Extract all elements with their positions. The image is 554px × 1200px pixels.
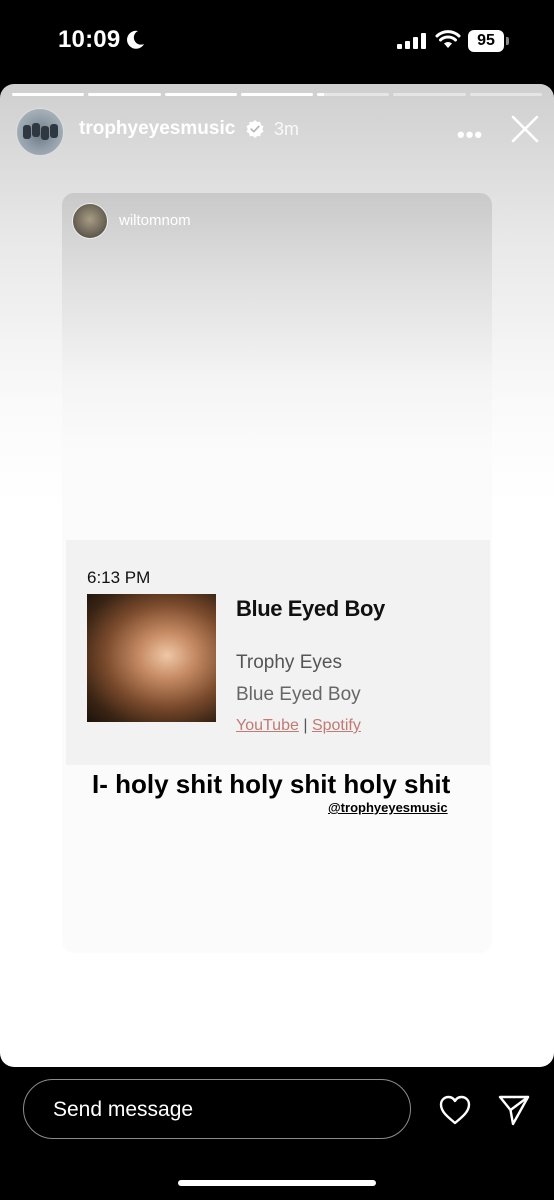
progress-segment [88,93,161,96]
link-separator: | [303,717,308,734]
moon-icon [127,30,144,49]
heart-icon[interactable] [438,1094,472,1126]
progress-segment [240,93,314,96]
story-view[interactable]: trophyeyesmusic 3m ••• wiltomnom 6:13 PM… [0,84,554,1067]
music-time: 6:13 PM [87,568,151,587]
battery-level: 95 [477,32,495,49]
progress-segment [393,93,466,96]
music-links: YouTube | Spotify [236,717,361,735]
status-time: 10:09 [58,26,121,53]
progress-segment [317,93,390,96]
album-art [87,594,216,722]
shared-avatar[interactable] [72,203,108,239]
send-message-input[interactable]: Send message [23,1079,411,1139]
story-time-ago: 3m [274,119,300,139]
home-indicator [178,1180,376,1186]
wifi-icon [435,30,461,48]
music-widget: 6:13 PM Blue Eyed Boy Trophy Eyes Blue E… [66,540,490,765]
story-caption: I- holy shit holy shit holy shit [92,769,451,799]
more-options-icon[interactable]: ••• [457,122,483,148]
send-icon[interactable] [497,1093,531,1127]
avatar[interactable] [16,108,64,156]
story-header: trophyeyesmusic 3m ••• [16,108,546,156]
status-bar: 10:09 95 [0,0,554,84]
story-progress-bar [12,93,542,96]
shared-username[interactable]: wiltomnom [119,212,191,229]
progress-segment [469,93,542,96]
close-icon[interactable] [510,114,540,144]
album-name: Blue Eyed Boy [236,684,361,705]
message-placeholder: Send message [53,1098,194,1121]
story-username[interactable]: trophyeyesmusic [79,118,235,140]
artist-name: Trophy Eyes [236,652,342,673]
verified-badge-icon [246,120,264,138]
progress-segment [12,93,85,96]
signal-icon [397,33,426,49]
battery-icon: 95 [468,30,510,52]
progress-segment [164,93,237,96]
spotify-link[interactable]: Spotify [312,717,361,734]
mention-sticker[interactable]: @trophyeyesmusic [328,800,448,815]
song-title: Blue Eyed Boy [236,596,385,621]
youtube-link[interactable]: YouTube [236,717,299,734]
